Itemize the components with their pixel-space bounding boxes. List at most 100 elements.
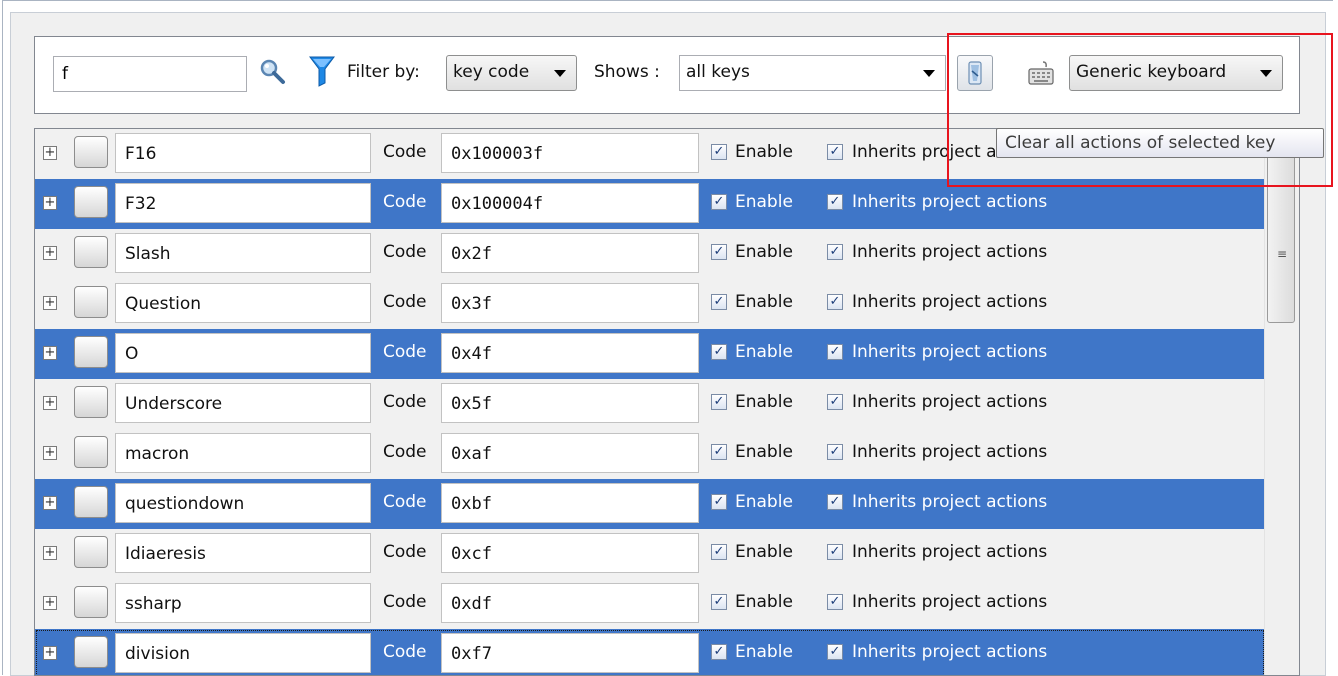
key-row[interactable]: + Underscore Code 0x5f ✓ Enable ✓ Inherits proj… <box>35 379 1265 429</box>
enable-checkbox[interactable]: ✓ <box>711 494 727 510</box>
enable-label: Enable <box>735 142 793 162</box>
key-row[interactable]: + division Code 0xf7 ✓ Enable ✓ Inherits projec… <box>35 629 1265 675</box>
code-label: Code <box>383 442 427 462</box>
key-code-field[interactable]: 0x2f <box>441 233 699 273</box>
enable-label: Enable <box>735 392 793 412</box>
key-code-field[interactable]: 0xaf <box>441 433 699 473</box>
key-row[interactable]: + ssharp Code 0xdf ✓ Enable ✓ Inherits project … <box>35 579 1265 629</box>
key-button[interactable] <box>74 286 108 318</box>
key-code-field[interactable]: 0xcf <box>441 533 699 573</box>
key-name-field[interactable]: O <box>115 333 371 373</box>
filter-funnel-icon <box>309 55 335 87</box>
scroll-grip-icon: ≡ <box>1277 247 1288 261</box>
key-button[interactable] <box>74 636 108 668</box>
inherits-label: Inherits project actions <box>852 242 1048 262</box>
key-code-field[interactable]: 0x4f <box>441 333 699 373</box>
expand-plus-icon[interactable]: + <box>43 346 57 360</box>
enable-label: Enable <box>735 242 793 262</box>
key-row[interactable]: + Idiaeresis Code 0xcf ✓ Enable ✓ Inherits proj… <box>35 529 1265 579</box>
key-code-field[interactable]: 0x100003f <box>441 133 699 173</box>
key-code-field[interactable]: 0xdf <box>441 583 699 623</box>
enable-checkbox[interactable]: ✓ <box>711 194 727 210</box>
key-button[interactable] <box>74 236 108 268</box>
enable-label: Enable <box>735 292 793 312</box>
expand-plus-icon[interactable]: + <box>43 196 57 210</box>
expand-plus-icon[interactable]: + <box>43 296 57 310</box>
enable-checkbox[interactable]: ✓ <box>711 444 727 460</box>
search-input[interactable] <box>53 56 247 92</box>
inherits-checkbox[interactable]: ✓ <box>827 194 843 210</box>
inherits-label: Inherits project actions <box>852 642 1048 662</box>
key-code-field[interactable]: 0x100004f <box>441 183 699 223</box>
inherits-checkbox[interactable]: ✓ <box>827 444 843 460</box>
shows-value: all keys <box>686 62 750 82</box>
key-row[interactable]: + O Code 0x4f ✓ Enable ✓ Inherits project actio… <box>35 329 1265 379</box>
chevron-down-icon <box>554 70 566 77</box>
key-name-field[interactable]: questiondown <box>115 483 371 523</box>
expand-plus-icon[interactable]: + <box>43 446 57 460</box>
expand-plus-icon[interactable]: + <box>43 646 57 660</box>
expand-plus-icon[interactable]: + <box>43 496 57 510</box>
code-label: Code <box>383 342 427 362</box>
inherits-checkbox[interactable]: ✓ <box>827 394 843 410</box>
enable-checkbox[interactable]: ✓ <box>711 344 727 360</box>
inherits-checkbox[interactable]: ✓ <box>827 494 843 510</box>
expand-plus-icon[interactable]: + <box>43 146 57 160</box>
enable-checkbox[interactable]: ✓ <box>711 594 727 610</box>
enable-checkbox[interactable]: ✓ <box>711 544 727 560</box>
filter-by-dropdown[interactable]: key code <box>446 55 577 91</box>
code-label: Code <box>383 242 427 262</box>
key-row[interactable]: + questiondown Code 0xbf ✓ Enable ✓ Inherits pr… <box>35 479 1265 529</box>
enable-checkbox[interactable]: ✓ <box>711 294 727 310</box>
key-button[interactable] <box>74 486 108 518</box>
inherits-label: Inherits project actions <box>852 592 1048 612</box>
inherits-checkbox[interactable]: ✓ <box>827 294 843 310</box>
key-code-field[interactable]: 0xbf <box>441 483 699 523</box>
key-name-field[interactable]: F16 <box>115 133 371 173</box>
search-icon[interactable] <box>258 57 288 87</box>
inherits-checkbox[interactable]: ✓ <box>827 244 843 260</box>
enable-checkbox[interactable]: ✓ <box>711 244 727 260</box>
key-name-field[interactable]: Idiaeresis <box>115 533 371 573</box>
inherits-checkbox[interactable]: ✓ <box>827 344 843 360</box>
key-button[interactable] <box>74 586 108 618</box>
enable-checkbox[interactable]: ✓ <box>711 644 727 660</box>
key-name-field[interactable]: F32 <box>115 183 371 223</box>
expand-plus-icon[interactable]: + <box>43 596 57 610</box>
inherits-checkbox[interactable]: ✓ <box>827 544 843 560</box>
enable-label: Enable <box>735 542 793 562</box>
key-name-field[interactable]: division <box>115 633 371 673</box>
key-name-field[interactable]: ssharp <box>115 583 371 623</box>
shows-dropdown[interactable]: all keys <box>679 55 946 91</box>
key-button[interactable] <box>74 536 108 568</box>
inherits-label: Inherits project actions <box>852 342 1048 362</box>
key-button[interactable] <box>74 136 108 168</box>
key-button[interactable] <box>74 436 108 468</box>
key-row[interactable]: + Slash Code 0x2f ✓ Enable ✓ Inherits project a… <box>35 229 1265 279</box>
key-name-field[interactable]: Question <box>115 283 371 323</box>
enable-checkbox[interactable]: ✓ <box>711 394 727 410</box>
filter-by-label: Filter by: <box>347 62 420 82</box>
key-row[interactable]: + Question Code 0x3f ✓ Enable ✓ Inherits projec… <box>35 279 1265 329</box>
key-button[interactable] <box>74 336 108 368</box>
expand-plus-icon[interactable]: + <box>43 396 57 410</box>
enable-label: Enable <box>735 642 793 662</box>
expand-plus-icon[interactable]: + <box>43 546 57 560</box>
vertical-scrollbar[interactable]: ≡ <box>1264 129 1299 675</box>
enable-checkbox[interactable]: ✓ <box>711 144 727 160</box>
key-name-field[interactable]: macron <box>115 433 371 473</box>
key-button[interactable] <box>74 186 108 218</box>
inherits-checkbox[interactable]: ✓ <box>827 594 843 610</box>
key-code-field[interactable]: 0xf7 <box>441 633 699 673</box>
key-button[interactable] <box>74 386 108 418</box>
key-name-field[interactable]: Slash <box>115 233 371 273</box>
key-name-field[interactable]: Underscore <box>115 383 371 423</box>
expand-plus-icon[interactable]: + <box>43 246 57 260</box>
inherits-checkbox[interactable]: ✓ <box>827 144 843 160</box>
key-list: + F16 Code 0x100003f ✓ Enable ✓ Inherits projec… <box>34 128 1300 676</box>
key-row[interactable]: + macron Code 0xaf ✓ Enable ✓ Inherits project … <box>35 429 1265 479</box>
key-code-field[interactable]: 0x5f <box>441 383 699 423</box>
code-label: Code <box>383 392 427 412</box>
inherits-checkbox[interactable]: ✓ <box>827 644 843 660</box>
key-code-field[interactable]: 0x3f <box>441 283 699 323</box>
